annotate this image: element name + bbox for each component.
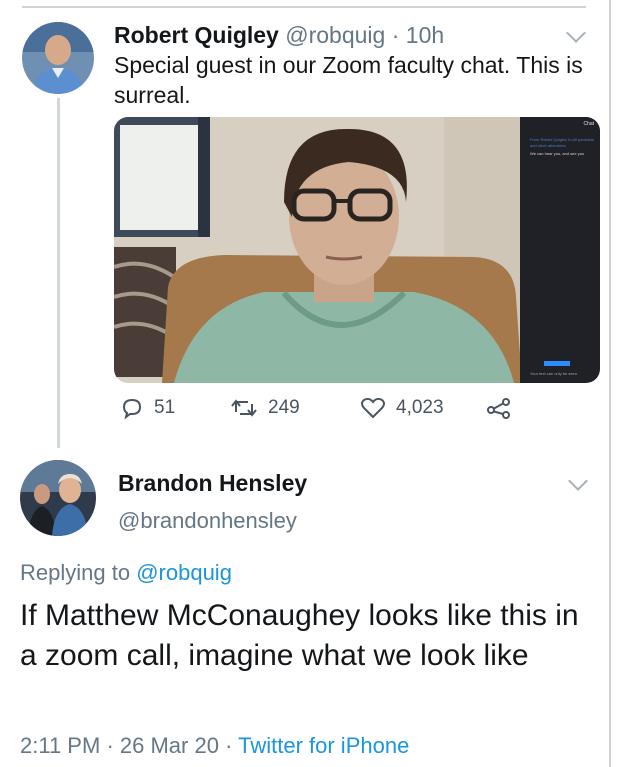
reply-icon xyxy=(120,396,144,420)
share-action[interactable] xyxy=(486,396,512,420)
tweet-text: Special guest in our Zoom faculty chat. … xyxy=(114,52,583,108)
reply-text: If Matthew McConaughey looks like this i… xyxy=(20,599,579,672)
tweet-action-bar: 51 249 4,023 xyxy=(114,396,604,430)
tweet-time[interactable]: 10h xyxy=(406,22,444,48)
like-action[interactable]: 4,023 xyxy=(360,396,444,420)
meta-dot: · xyxy=(106,733,114,758)
chat-line-1: From Robert Quigley to All panelists and… xyxy=(530,137,594,148)
replying-to-link[interactable]: @robquig xyxy=(136,560,232,585)
chevron-down-icon[interactable] xyxy=(568,471,588,491)
chevron-down-icon[interactable] xyxy=(566,23,586,43)
heart-icon xyxy=(360,396,386,420)
reply-meta: 2:11 PM · 26 Mar 20 · Twitter for iPhone xyxy=(20,733,409,759)
tweet-header: Robert Quigley @robquig · 10h xyxy=(114,22,444,49)
replying-to-line: Replying to @robquig xyxy=(20,560,232,586)
reply-date[interactable]: 26 Mar 20 xyxy=(120,733,219,758)
like-count: 4,023 xyxy=(396,397,444,418)
meta-dot: · xyxy=(225,733,233,758)
thread-connector-line xyxy=(57,98,60,448)
reply-author-handle[interactable]: @brandonhensley xyxy=(118,508,297,534)
separator-dot: · xyxy=(391,22,400,48)
reply-author-name[interactable]: Brandon Hensley xyxy=(118,470,307,497)
tweet-media-image[interactable]: Chat From Robert Quigley to All panelist… xyxy=(114,117,600,383)
retweet-action[interactable]: 249 xyxy=(230,396,300,420)
author-name[interactable]: Robert Quigley xyxy=(114,22,279,48)
author-handle[interactable]: @robquig xyxy=(285,22,385,48)
chat-line-2: We can hear you, and see you xyxy=(530,151,585,156)
reply-action[interactable]: 51 xyxy=(120,396,175,420)
chat-bottom-hint: Your text can only be seen xyxy=(530,371,577,376)
share-icon xyxy=(486,396,512,420)
chat-input-chip xyxy=(544,361,570,366)
top-divider xyxy=(22,6,586,8)
chat-header: Chat xyxy=(583,121,594,127)
source-link[interactable]: Twitter for iPhone xyxy=(238,733,409,758)
replying-prefix: Replying to xyxy=(20,560,131,585)
retweet-count: 249 xyxy=(268,397,300,418)
zoom-chat-panel: Chat From Robert Quigley to All panelist… xyxy=(522,117,600,383)
right-divider xyxy=(609,0,611,767)
avatar-brandon-hensley[interactable] xyxy=(20,460,96,536)
retweet-icon xyxy=(230,396,258,420)
reply-time[interactable]: 2:11 PM xyxy=(20,733,100,758)
reply-count: 51 xyxy=(154,397,176,418)
avatar-robert-quigley[interactable] xyxy=(22,22,94,94)
